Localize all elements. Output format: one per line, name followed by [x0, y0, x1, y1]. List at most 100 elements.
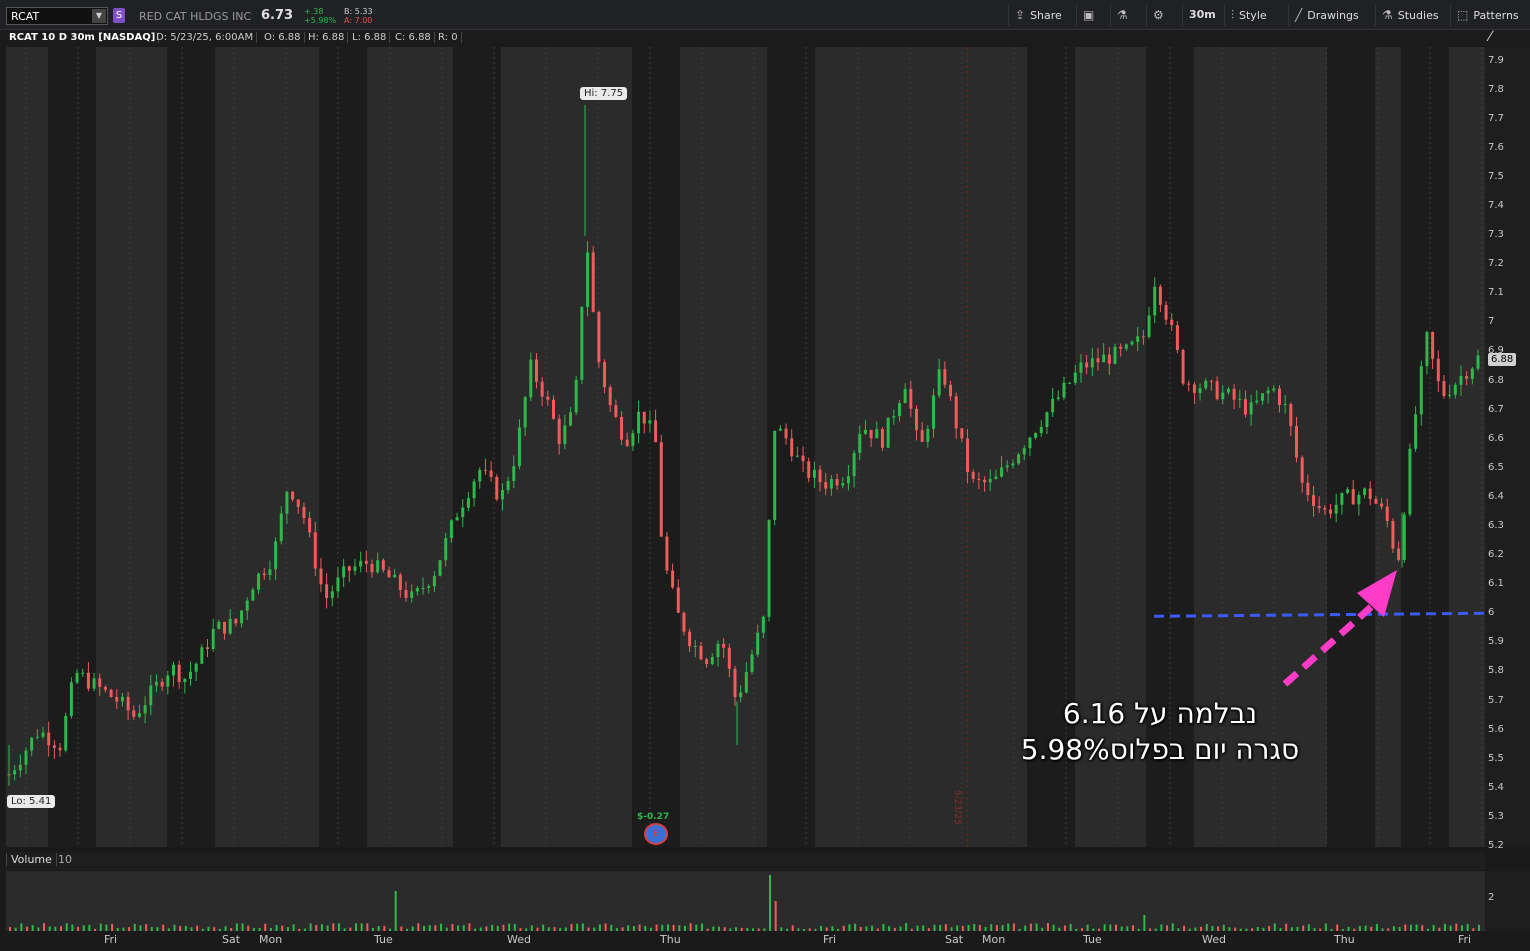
- candle-body: [1192, 384, 1196, 393]
- time-tick: Fri: [1458, 933, 1472, 946]
- candle-body: [1170, 319, 1174, 326]
- volume-bar: [1007, 923, 1010, 931]
- time-tick: Tue: [374, 933, 393, 946]
- volume-bar: [332, 923, 335, 931]
- share-button[interactable]: ⇪ Share: [1008, 4, 1068, 26]
- volume-bar: [1466, 923, 1469, 931]
- chevron-down-icon[interactable]: ▼: [92, 9, 106, 23]
- candle-body: [381, 560, 385, 571]
- candle-body: [710, 657, 714, 664]
- candle-body: [1079, 362, 1083, 373]
- candle-body: [398, 574, 402, 591]
- candle-body: [517, 427, 521, 467]
- candle-body: [722, 643, 726, 648]
- candle-body: [699, 645, 703, 660]
- volume-bar: [99, 923, 102, 931]
- candle-body: [563, 425, 567, 444]
- candle-body: [171, 664, 175, 676]
- volume-chart[interactable]: [6, 871, 1485, 931]
- candle-body: [654, 420, 658, 443]
- price-tick: 7.7: [1488, 112, 1504, 124]
- session-band: [48, 47, 96, 847]
- bar-info-strip: RCAT 10 D 30m [NASDAQ] D: 5/23/25, 6:00A…: [0, 30, 1530, 47]
- volume-label[interactable]: Volume: [6, 853, 57, 866]
- volume-bar: [366, 923, 369, 931]
- candle-body: [1238, 399, 1242, 401]
- annotation-line-2: סגרה יום בפלוס5.98%: [1020, 733, 1300, 766]
- candle-body: [75, 672, 79, 683]
- settings-button[interactable]: ⚙: [1146, 4, 1175, 26]
- candle-body: [387, 570, 391, 578]
- flask-button[interactable]: ⚗: [1110, 4, 1139, 26]
- volume-bar: [337, 923, 340, 931]
- candle-body: [625, 439, 629, 446]
- price-axis[interactable]: 7.9 7.8 7.7 7.6 7.5 7.4 7.3 7.2 7.1 7 6.9 6.8 6.7 6.6…: [1485, 47, 1530, 851]
- interval-button[interactable]: 30m: [1182, 4, 1222, 26]
- candle-body: [449, 520, 453, 539]
- candle-body: [1158, 286, 1162, 305]
- candle-body: [415, 588, 419, 592]
- symbol-input[interactable]: RCAT ▼: [6, 7, 108, 25]
- time-axis[interactable]: Fri Sat Mon Tue Wed Thu Fri Sat Mon Tue Wed Thu Fri: [0, 931, 1530, 951]
- ask-value: A: 7.00: [344, 16, 373, 25]
- volume-axis: 2: [1485, 871, 1530, 931]
- candle-body: [767, 519, 771, 617]
- drawings-label: Drawings: [1307, 9, 1359, 22]
- candle-body: [302, 506, 306, 519]
- candle-body: [47, 732, 51, 746]
- candle-body: [1470, 368, 1474, 379]
- earnings-icon[interactable]: E: [644, 823, 668, 845]
- volume-bar: [513, 924, 516, 931]
- symbol-badge[interactable]: S: [113, 8, 125, 23]
- candle-body: [359, 560, 363, 567]
- price-tick: 7.6: [1488, 141, 1504, 153]
- volume-bar: [1046, 923, 1049, 931]
- volume-bar: [133, 923, 136, 931]
- candle-body: [455, 517, 459, 521]
- candle-body: [115, 697, 119, 702]
- pencil-icon: ╱: [1295, 8, 1303, 22]
- candle-body: [41, 732, 45, 737]
- candle-body: [534, 359, 538, 382]
- candle-body: [846, 476, 850, 484]
- candle-body: [1351, 489, 1355, 505]
- style-button[interactable]: ⫶ Style: [1224, 4, 1273, 26]
- volume-chart-svg[interactable]: [6, 871, 1485, 931]
- candle-body: [620, 416, 624, 440]
- annotation-line-1: נבלמה על 6.16: [1062, 697, 1258, 730]
- candle-style-icon: ⫶: [1231, 8, 1235, 22]
- candle-body: [880, 429, 884, 448]
- candle-body: [58, 747, 62, 751]
- time-tick: Mon: [982, 933, 1006, 946]
- drawing-tool-icon[interactable]: ⁄: [1489, 29, 1491, 45]
- symbol-text: RCAT: [11, 10, 40, 23]
- candle-body: [693, 645, 697, 647]
- candle-body: [926, 428, 930, 442]
- candle-body: [353, 566, 357, 571]
- volume-bar: [1205, 923, 1208, 931]
- screenshot-button[interactable]: ▣: [1076, 4, 1105, 26]
- price-tick: 6: [1488, 607, 1495, 619]
- candle-body: [132, 710, 136, 717]
- drawings-button[interactable]: ╱ Drawings: [1288, 4, 1365, 26]
- studies-button[interactable]: ⚗ Studies: [1375, 4, 1445, 26]
- candle-body: [1385, 506, 1389, 522]
- candle-body: [472, 481, 476, 499]
- candle-body: [892, 416, 896, 418]
- candle-body: [336, 577, 340, 592]
- volume-bar: [65, 923, 68, 931]
- volume-bar: [354, 923, 357, 931]
- patterns-button[interactable]: ⬚ Patterns: [1450, 4, 1525, 26]
- volume-bar: [440, 923, 443, 931]
- share-label: Share: [1030, 9, 1062, 22]
- volume-bar: [769, 875, 772, 931]
- time-tick: Sat: [222, 933, 241, 946]
- candle-body: [200, 647, 204, 664]
- candle-body: [682, 612, 686, 632]
- candle-body: [1419, 366, 1423, 415]
- candle-body: [1431, 332, 1435, 359]
- candle-body: [1255, 400, 1259, 403]
- candle-body: [1102, 354, 1106, 363]
- candle-body: [994, 476, 998, 479]
- candle-body: [444, 538, 448, 561]
